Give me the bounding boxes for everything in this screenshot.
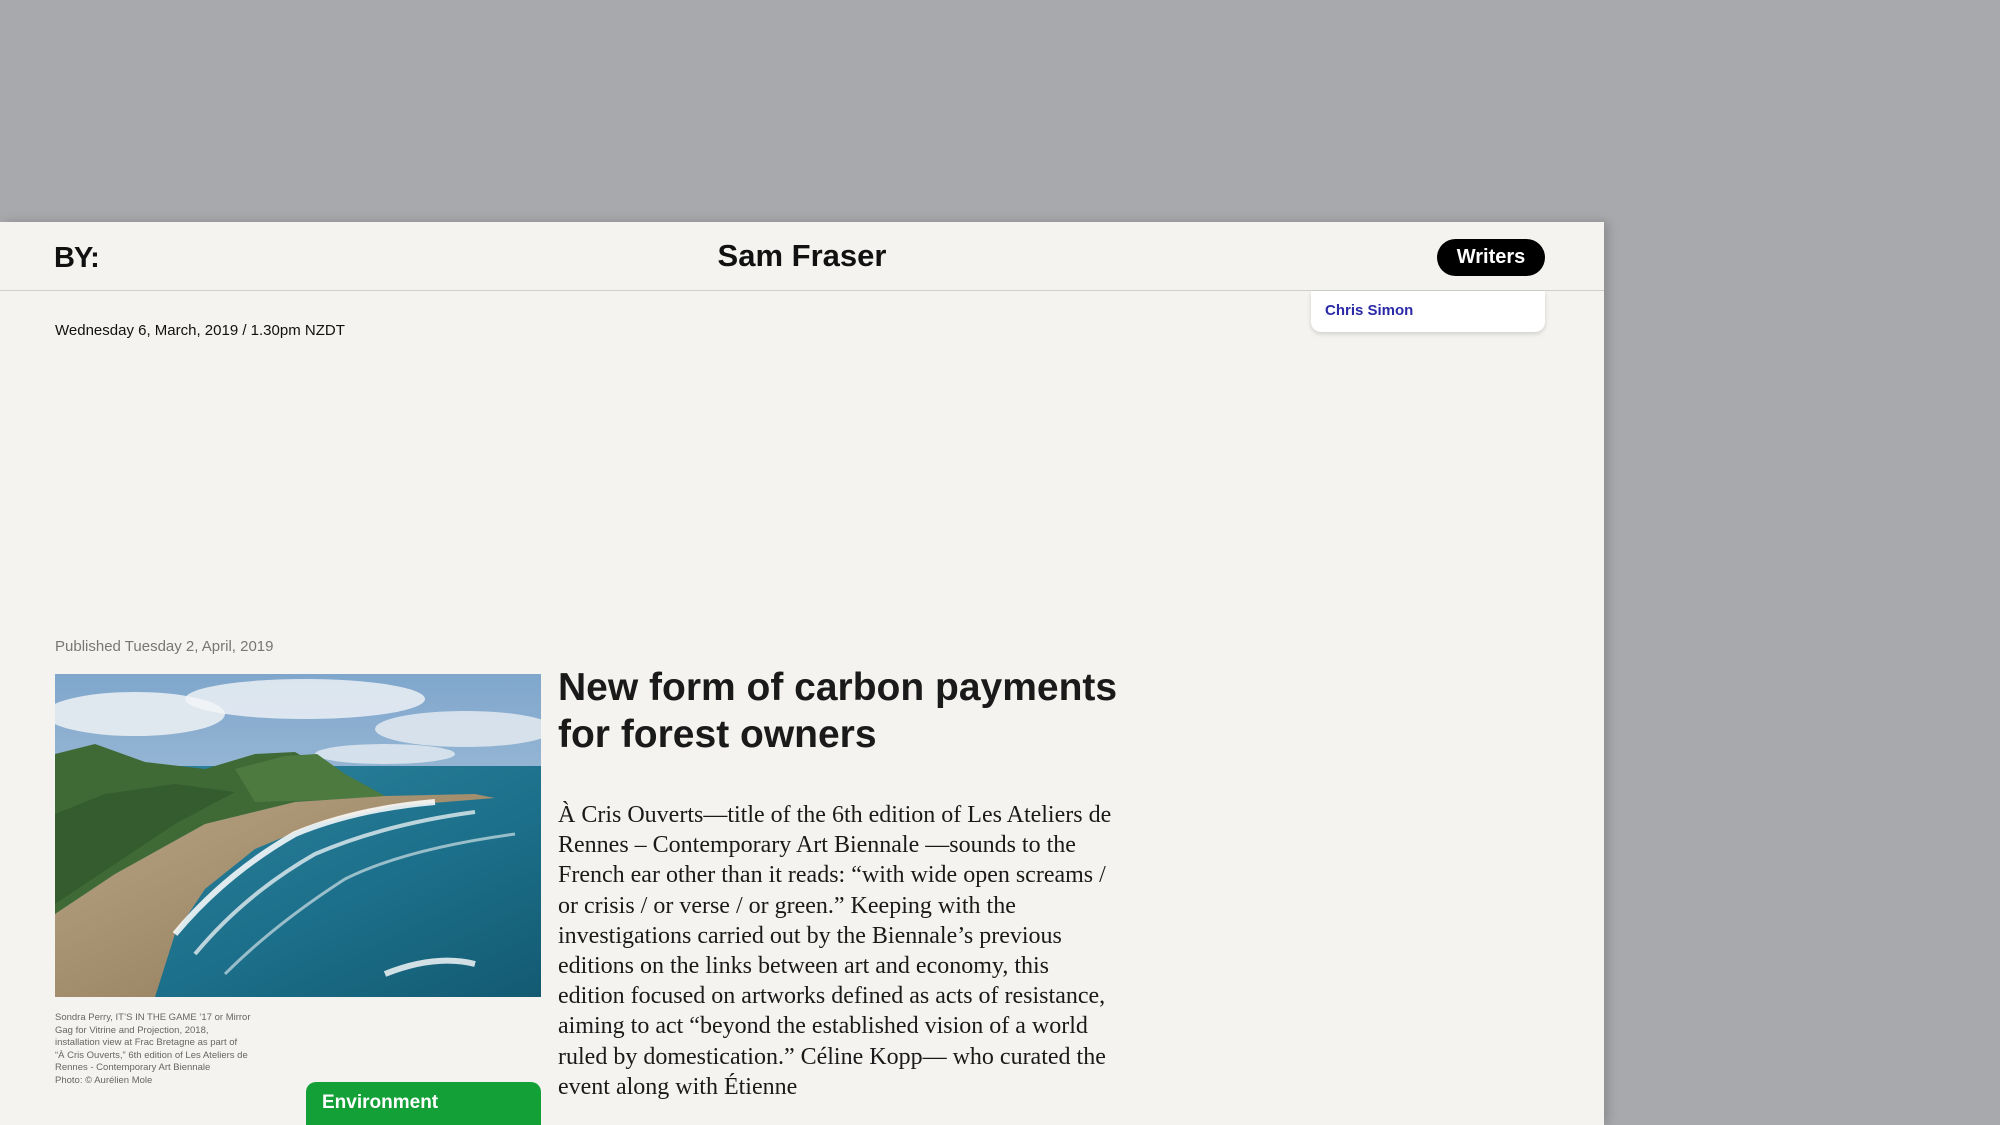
top-bar: BY: Sam Fraser Writers — [0, 222, 1604, 291]
caption-line: installation view at Frac Bretagne as pa… — [55, 1037, 238, 1048]
date-line: Wednesday 6, March, 2019 / 1.30pm NZDT — [55, 322, 345, 339]
article-headline[interactable]: New form of carbon payments for forest o… — [558, 664, 1198, 758]
page-title: Sam Fraser — [717, 238, 887, 273]
writers-dropdown: Chris Simon — [1311, 291, 1545, 332]
caption-line: Photo: © Aurélien Mole — [55, 1074, 153, 1086]
page-window: BY: Sam Fraser Writers Chris Simon Wedne… — [0, 222, 1604, 1125]
writer-item-chris-simon[interactable]: Chris Simon — [1325, 302, 1413, 319]
headline-line: New form of carbon payments — [558, 666, 1118, 709]
article-body: À Cris Ouverts—title of the 6th edition … — [558, 802, 1112, 1100]
published-date: Published Tuesday 2, April, 2019 — [55, 638, 274, 655]
tag-label: Environment — [322, 1092, 439, 1113]
caption-line: “À Cris Ouverts,” 6th edition of Les Ate… — [55, 1049, 248, 1061]
headline-line: for forest owners — [558, 713, 877, 756]
environment-tag[interactable]: Environment — [306, 1082, 541, 1125]
photo-caption: Sondra Perry, IT’S IN THE GAME ’17 or Mi… — [55, 1012, 295, 1087]
coastal-landscape-image — [55, 674, 541, 997]
caption-line: Sondra Perry, IT’S IN THE GAME ’17 or Mi… — [55, 1012, 251, 1023]
caption-line: Gag for Vitrine and Projection, 2018, — [55, 1024, 209, 1036]
writers-button[interactable]: Writers — [1437, 239, 1545, 276]
article-photo[interactable] — [55, 674, 541, 997]
caption-line: Rennes - Contemporary Art Biennale — [55, 1062, 211, 1073]
